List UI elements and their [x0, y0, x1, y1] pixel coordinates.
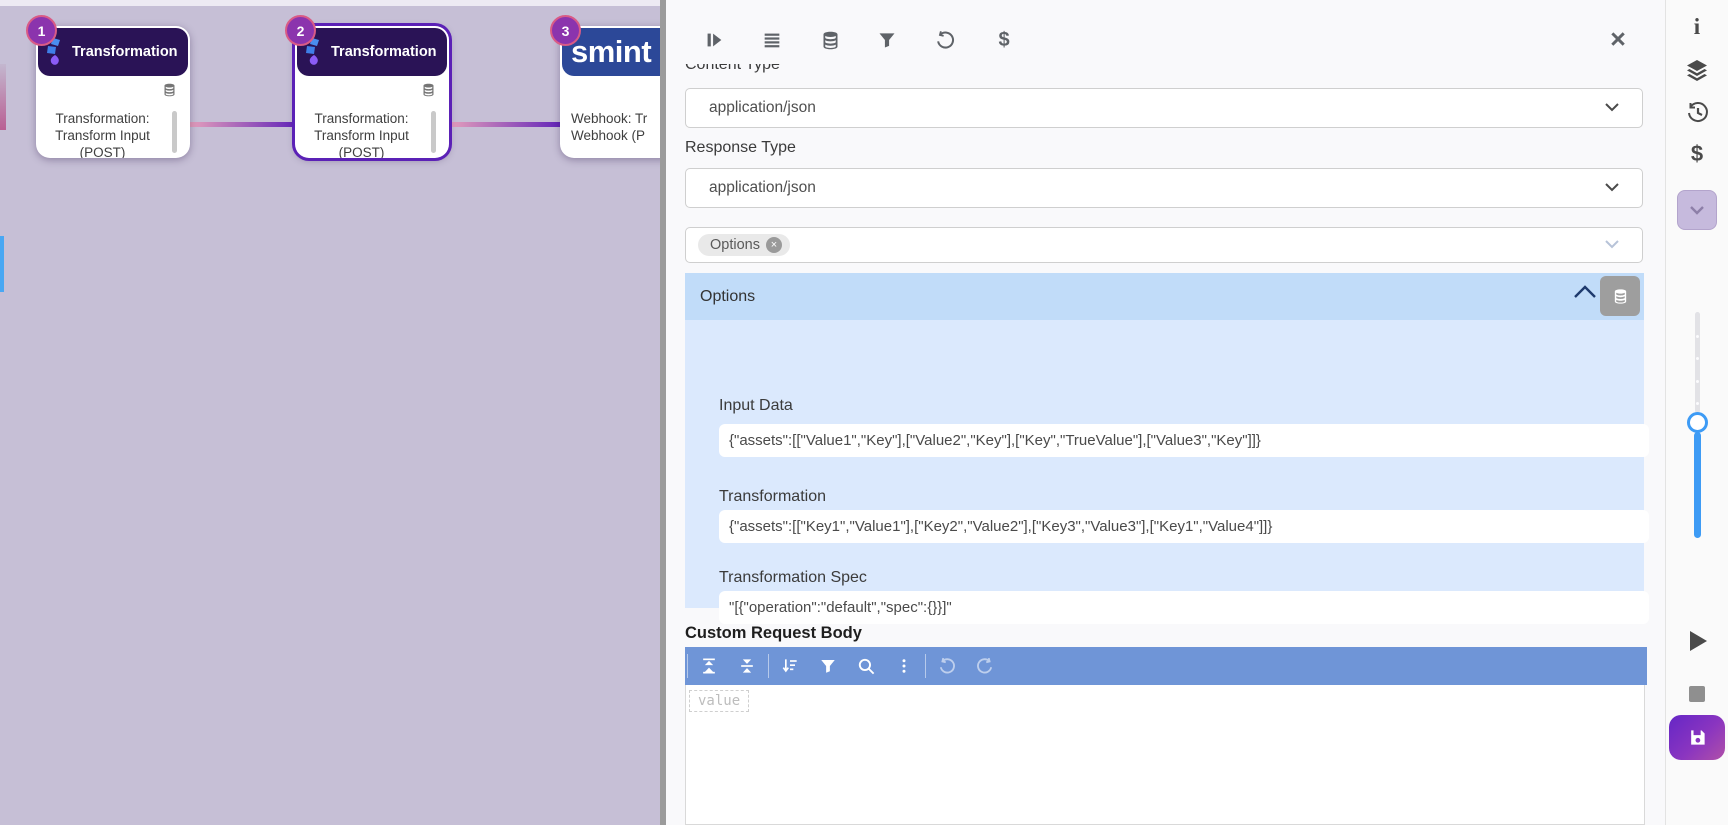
node-scrollbar[interactable]: [431, 111, 436, 153]
options-section-body: Input Data {"assets":[["Value1","Key"],[…: [685, 320, 1644, 608]
database-icon: [421, 82, 436, 103]
cost-dollar-icon[interactable]: $: [1691, 141, 1703, 167]
options-multiselect[interactable]: Options ×: [685, 227, 1643, 263]
options-section-title: Options: [700, 288, 755, 306]
floppy-save-icon: [1688, 728, 1707, 747]
stop-button[interactable]: [1689, 686, 1705, 702]
collapse-all-icon[interactable]: [728, 647, 766, 685]
edge-node2-node3: [445, 122, 563, 127]
slider-tick: [1696, 357, 1699, 360]
sort-icon[interactable]: [771, 647, 809, 685]
response-type-value: application/json: [686, 179, 816, 197]
chip-remove-icon[interactable]: ×: [766, 237, 782, 253]
options-database-button[interactable]: [1600, 276, 1640, 316]
chevron-down-icon: [1689, 205, 1705, 215]
node-description: Transformation: Transform Input (POST): [301, 110, 422, 158]
right-sidebar: i $: [1665, 0, 1728, 825]
transformation-spec-label: Transformation Spec: [719, 569, 867, 587]
database-icon[interactable]: [817, 27, 843, 53]
panel-toolbar: $ ×: [666, 0, 1665, 64]
options-chip-label: Options: [710, 237, 760, 253]
slider-tick: [1696, 402, 1699, 405]
dollar-icon[interactable]: $: [991, 27, 1017, 53]
node-header: Transformation: [297, 28, 447, 76]
layers-icon[interactable]: [1685, 58, 1709, 82]
more-vertical-icon[interactable]: [885, 647, 923, 685]
node-webhook-3[interactable]: 3 smint Webhook: Tr Webhook (P: [560, 26, 660, 158]
node-order-badge: 1: [26, 15, 57, 46]
info-icon[interactable]: i: [1694, 14, 1700, 40]
slider-tick: [1696, 380, 1699, 383]
collapse-chevron-button[interactable]: [1677, 190, 1717, 230]
content-type-select[interactable]: application/json: [685, 88, 1643, 128]
transformation-field[interactable]: {"assets":[["Key1","Value1"],["Key2","Va…: [719, 510, 1649, 543]
transformation-label: Transformation: [719, 488, 826, 506]
custom-request-body-label: Custom Request Body: [685, 624, 862, 643]
zoom-slider-track[interactable]: [1695, 312, 1700, 413]
chevron-up-icon[interactable]: [1573, 285, 1597, 304]
database-icon: [162, 82, 177, 103]
options-section-header[interactable]: Options: [685, 273, 1644, 320]
chevron-down-icon: [1604, 179, 1620, 197]
save-button[interactable]: [1669, 715, 1725, 760]
node-description: Transformation: Transform Input (POST): [42, 110, 163, 158]
options-section: Options Input Data {"assets":[["Value1",…: [685, 273, 1644, 608]
node-config-panel: Content Type $ × application/json: [666, 0, 1665, 825]
response-type-select[interactable]: application/json: [685, 168, 1643, 208]
node-transformation-2[interactable]: 2 Transformation Transformation: Transfo…: [295, 26, 449, 158]
incoming-edge-segment: [0, 64, 6, 130]
slider-tick: [1696, 335, 1699, 338]
node-title: Transformation: [72, 44, 178, 60]
smint-logo: smint: [571, 34, 651, 70]
filter-icon[interactable]: [809, 647, 847, 685]
lines-menu-icon[interactable]: [759, 27, 785, 53]
close-panel-button[interactable]: ×: [1604, 26, 1632, 54]
node-description: Webhook: Tr Webhook (P: [571, 110, 660, 158]
history-icon[interactable]: [1685, 100, 1709, 124]
node-scrollbar[interactable]: [172, 111, 177, 153]
node-transformation-1[interactable]: 1 Transformation Transformation: Transfo…: [36, 26, 190, 158]
response-type-label: Response Type: [685, 139, 796, 157]
toolbar-separator: [687, 654, 688, 678]
chevron-down-icon: [1604, 99, 1620, 117]
input-data-field[interactable]: {"assets":[["Value1","Key"],["Value2","K…: [719, 424, 1649, 457]
canvas-top-gutter: [0, 0, 660, 6]
resume-step-icon[interactable]: [701, 27, 727, 53]
expand-all-icon[interactable]: [690, 647, 728, 685]
node-order-badge: 3: [550, 15, 581, 46]
workflow-canvas[interactable]: 1 Transformation Transformation: Transfo…: [0, 0, 660, 825]
toolbar-separator: [925, 654, 926, 678]
json-editor[interactable]: value: [685, 647, 1645, 825]
chevron-down-icon: [1604, 236, 1620, 254]
json-editor-toolbar: [685, 647, 1647, 685]
toolbar-separator: [768, 654, 769, 678]
database-icon: [1612, 288, 1629, 305]
json-value-placeholder[interactable]: value: [689, 690, 749, 712]
undo-icon[interactable]: [932, 27, 958, 53]
app-root: 1 Transformation Transformation: Transfo…: [0, 0, 1728, 825]
run-play-button[interactable]: [1687, 629, 1709, 658]
content-type-value: application/json: [686, 99, 816, 117]
node-header: Transformation: [38, 28, 188, 76]
search-icon[interactable]: [847, 647, 885, 685]
node-order-badge: 2: [285, 15, 316, 46]
canvas-left-scroll-indicator[interactable]: [0, 236, 4, 292]
filter-icon[interactable]: [874, 27, 900, 53]
zoom-slider-fill[interactable]: [1694, 432, 1701, 538]
edge-node1-node2: [186, 122, 298, 127]
undo-icon[interactable]: [928, 647, 966, 685]
zoom-slider-handle[interactable]: [1687, 412, 1708, 433]
options-chip: Options ×: [698, 234, 790, 256]
node-title: Transformation: [331, 44, 437, 60]
input-data-label: Input Data: [719, 397, 793, 415]
transformation-spec-field[interactable]: "[{"operation":"default","spec":{}}]": [719, 591, 1649, 624]
redo-icon[interactable]: [966, 647, 1004, 685]
